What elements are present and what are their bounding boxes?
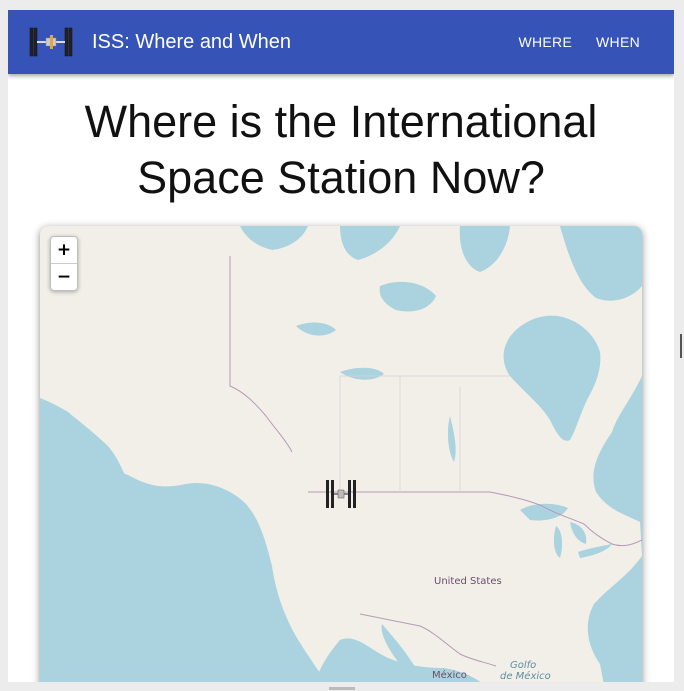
- map-label-gulf-line-1: Golfo: [510, 660, 537, 671]
- zoom-out-button[interactable]: −: [51, 263, 77, 290]
- scrollbar-thumb[interactable]: [680, 334, 682, 358]
- map-label-gulf-line-2: de México: [500, 671, 551, 682]
- map-tiles[interactable]: [40, 226, 642, 682]
- iss-logo-icon: [29, 27, 73, 57]
- app-bar: ISS: Where and When WHERE WHEN: [8, 10, 674, 74]
- page-title-line-1: Where is the International: [84, 96, 598, 147]
- page-title: Where is the International Space Station…: [8, 94, 674, 206]
- map-label-united-states: United States: [434, 576, 502, 587]
- app-title: ISS: Where and When: [92, 31, 291, 53]
- bottom-resize-handle[interactable]: [329, 687, 355, 690]
- map[interactable]: + − United States México Golfo de México: [40, 226, 642, 682]
- zoom-in-button[interactable]: +: [51, 237, 77, 263]
- nav-where-link[interactable]: WHERE: [519, 34, 573, 50]
- zoom-control: + −: [50, 236, 78, 291]
- page-title-line-2: Space Station Now?: [137, 152, 545, 203]
- nav-when-link[interactable]: WHEN: [596, 34, 640, 50]
- page: ISS: Where and When WHERE WHEN Where is …: [8, 10, 674, 682]
- map-label-mexico: México: [432, 670, 467, 681]
- nav-menu: WHERE WHEN: [499, 34, 641, 50]
